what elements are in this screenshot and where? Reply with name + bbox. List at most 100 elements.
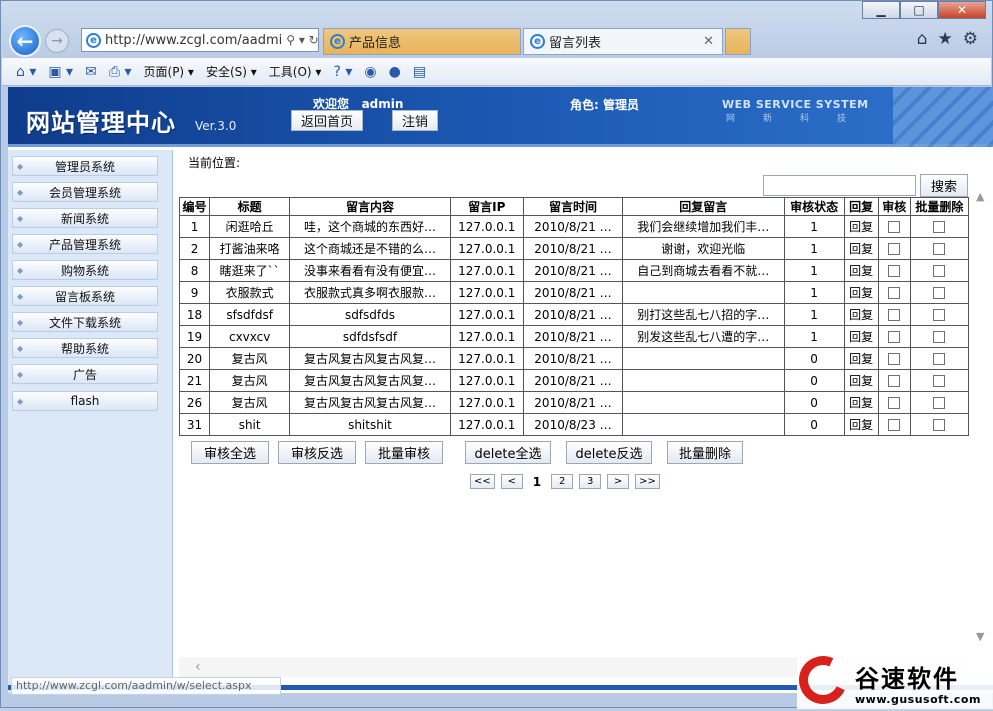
reply-link[interactable]: 回复 xyxy=(843,391,879,414)
tab-product-info[interactable]: e 产品信息 xyxy=(323,28,521,55)
close-window-button[interactable]: ✕ xyxy=(938,1,986,19)
translate-icon[interactable]: ▤ xyxy=(413,64,426,80)
scroll-up-icon[interactable]: ▲ xyxy=(976,190,984,203)
audit-checkbox[interactable] xyxy=(888,309,901,321)
sidebar-item[interactable]: ◆ 文件下载系统 xyxy=(12,312,158,332)
delete-checkbox[interactable] xyxy=(933,375,946,387)
forward-arrow-icon[interactable]: → xyxy=(45,29,69,53)
page-3-button[interactable]: 3 xyxy=(579,474,602,489)
delete-select-all-button[interactable]: delete全选 xyxy=(465,441,551,464)
sidebar-item[interactable]: ◆ 帮助系统 xyxy=(12,338,158,358)
audit-checkbox[interactable] xyxy=(888,331,901,343)
checkbox-cell xyxy=(909,303,970,326)
last-page-button[interactable]: >> xyxy=(635,474,660,489)
reply-link[interactable]: 回复 xyxy=(843,259,879,282)
sidebar-item[interactable]: ◆ flash xyxy=(12,391,158,411)
address-bar[interactable]: e http://www.zcgl.com/aadmi ⚲ ▾ ↻ xyxy=(81,28,319,52)
help-icon[interactable]: ? ▾ xyxy=(333,64,352,80)
sidebar-item[interactable]: ◆ 管理员系统 xyxy=(12,156,158,176)
scroll-down-icon[interactable]: ▼ xyxy=(976,630,984,643)
new-tab-button[interactable] xyxy=(725,28,751,55)
print-icon[interactable]: ⎙ ▾ xyxy=(109,64,132,80)
delete-checkbox[interactable] xyxy=(933,287,946,299)
checkbox-cell xyxy=(877,259,911,282)
reply-link[interactable]: 回复 xyxy=(843,303,879,326)
home-icon[interactable]: ⌂ xyxy=(917,29,928,49)
tagline-cn: 网新科技 xyxy=(726,114,875,124)
audit-checkbox[interactable] xyxy=(888,221,901,233)
next-page-button[interactable]: > xyxy=(607,474,630,489)
watermark-name: 谷速软件 xyxy=(855,665,959,693)
feeds-icon[interactable]: ▣ ▾ xyxy=(48,64,73,80)
close-tab-icon[interactable]: ✕ xyxy=(703,34,714,49)
delete-invert-button[interactable]: delete反选 xyxy=(566,441,652,464)
watermark-url: www.gususoft.com xyxy=(855,693,981,706)
table-row: 9 衣服款式 衣服款式真多啊衣服款… 127.0.0.1 2010/8/21 … 1 回复 xyxy=(178,281,970,304)
delete-checkbox[interactable] xyxy=(933,309,946,321)
search-input[interactable] xyxy=(763,175,916,196)
gear-icon[interactable]: ⚙ xyxy=(963,29,978,49)
audit-checkbox[interactable] xyxy=(888,419,901,431)
page-2-button[interactable]: 2 xyxy=(551,474,574,489)
delete-checkbox[interactable] xyxy=(933,221,946,233)
vertical-scrollbar[interactable]: ▲ ▼ xyxy=(970,150,993,670)
back-arrow-icon[interactable]: ← xyxy=(9,25,41,57)
first-page-button[interactable]: << xyxy=(470,474,495,489)
cell-title: 瞎逛来了`` xyxy=(209,259,291,282)
reply-link[interactable]: 回复 xyxy=(843,215,879,238)
audit-checkbox[interactable] xyxy=(888,397,901,409)
audit-invert-button[interactable]: 审核反选 xyxy=(278,441,356,464)
cell-content: 衣服款式真多啊衣服款… xyxy=(289,281,451,304)
sidebar-item[interactable]: ◆ 留言板系统 xyxy=(12,286,158,306)
sidebar-item[interactable]: ◆ 购物系统 xyxy=(12,260,158,280)
delete-checkbox[interactable] xyxy=(933,419,946,431)
table-row: 26 复古风 复古风复古风复古风复… 127.0.0.1 2010/8/21 … 0 回复 xyxy=(178,391,970,414)
sidebar-item[interactable]: ◆ 广告 xyxy=(12,364,158,384)
batch-delete-button[interactable]: 批量删除 xyxy=(667,441,743,464)
minimize-button[interactable]: ▁ xyxy=(862,1,900,19)
reply-link[interactable]: 回复 xyxy=(843,347,879,370)
search-refresh-icon[interactable]: ⚲ ▾ ↻ xyxy=(282,33,318,47)
batch-audit-button[interactable]: 批量审核 xyxy=(365,441,443,464)
delete-checkbox[interactable] xyxy=(933,243,946,255)
version-label: Ver.3.0 xyxy=(195,119,237,133)
url-text[interactable]: http://www.zcgl.com/aadmi xyxy=(105,33,282,48)
research-icon[interactable]: ◉ xyxy=(364,64,376,80)
reply-link[interactable]: 回复 xyxy=(843,325,879,348)
reply-link[interactable]: 回复 xyxy=(843,281,879,304)
audit-checkbox[interactable] xyxy=(888,375,901,387)
sidebar-item[interactable]: ◆ 会员管理系统 xyxy=(12,182,158,202)
delete-checkbox[interactable] xyxy=(933,265,946,277)
mail-icon[interactable]: ✉ xyxy=(85,64,97,80)
favorites-star-icon[interactable]: ★ xyxy=(938,29,953,49)
audit-checkbox[interactable] xyxy=(888,353,901,365)
prev-page-button[interactable]: < xyxy=(500,474,523,489)
cell-time: 2010/8/21 … xyxy=(522,259,624,282)
delete-checkbox[interactable] xyxy=(933,397,946,409)
delete-checkbox[interactable] xyxy=(933,331,946,343)
audit-checkbox[interactable] xyxy=(888,243,901,255)
audit-checkbox[interactable] xyxy=(888,287,901,299)
cell-content: 没事来看看有没有便宜… xyxy=(289,259,451,282)
maximize-button[interactable]: □ xyxy=(900,1,938,19)
audit-checkbox[interactable] xyxy=(888,265,901,277)
delete-checkbox[interactable] xyxy=(933,353,946,365)
messenger-icon[interactable]: ● xyxy=(389,64,401,80)
cell-ip: 127.0.0.1 xyxy=(449,347,524,370)
home-button[interactable]: 返回首页 xyxy=(291,110,363,131)
reply-link[interactable]: 回复 xyxy=(843,369,879,392)
tools-menu[interactable]: 工具(O) ▾ xyxy=(269,63,322,80)
reply-link[interactable]: 回复 xyxy=(843,413,879,436)
audit-select-all-button[interactable]: 审核全选 xyxy=(191,441,269,464)
safety-menu[interactable]: 安全(S) ▾ xyxy=(206,63,257,80)
reply-link[interactable]: 回复 xyxy=(843,237,879,260)
tab-message-list[interactable]: e 留言列表 ✕ xyxy=(523,28,723,55)
search-button[interactable]: 搜索 xyxy=(920,174,968,197)
sidebar-item[interactable]: ◆ 新闻系统 xyxy=(12,208,158,228)
scroll-left-icon[interactable]: ‹ xyxy=(195,659,201,675)
page-menu[interactable]: 页面(P) ▾ xyxy=(144,63,194,80)
sidebar-item[interactable]: ◆ 产品管理系统 xyxy=(12,234,158,254)
checkbox-cell xyxy=(909,215,970,238)
logout-button[interactable]: 注销 xyxy=(392,110,438,131)
home-menu-icon[interactable]: ⌂ ▾ xyxy=(16,64,36,80)
